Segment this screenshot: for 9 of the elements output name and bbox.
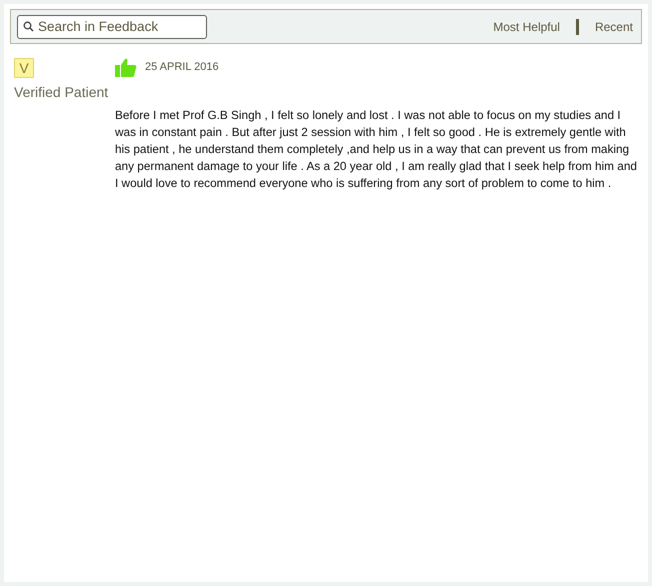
search-field[interactable]: Search in Feedback [17, 14, 207, 38]
thumbs-up-icon [115, 58, 137, 77]
avatar: V [14, 58, 34, 78]
review-text: Before I met Prof G.B Singh , I felt so lonely and lost . I was not able to focus on my studies and I was in constant pain . But after just 2 session with him , I felt so good . He is extremely gentle with his patient , he understand them completely ,and help us in a way that can prevent us from making any permanent damage to your life . As a 20 year old , I am really glad that I seek help from him and I would love to recommend everyone who is suffering from any sort of problem to come to him . [115, 107, 638, 192]
sort-link[interactable]: Recent [594, 18, 633, 36]
author-name: Verified Patient [14, 83, 110, 102]
sort-link[interactable]: Most Helpful [493, 18, 560, 36]
review-date: 25 APRIL 2016 [145, 60, 219, 76]
search-icon [23, 21, 34, 32]
